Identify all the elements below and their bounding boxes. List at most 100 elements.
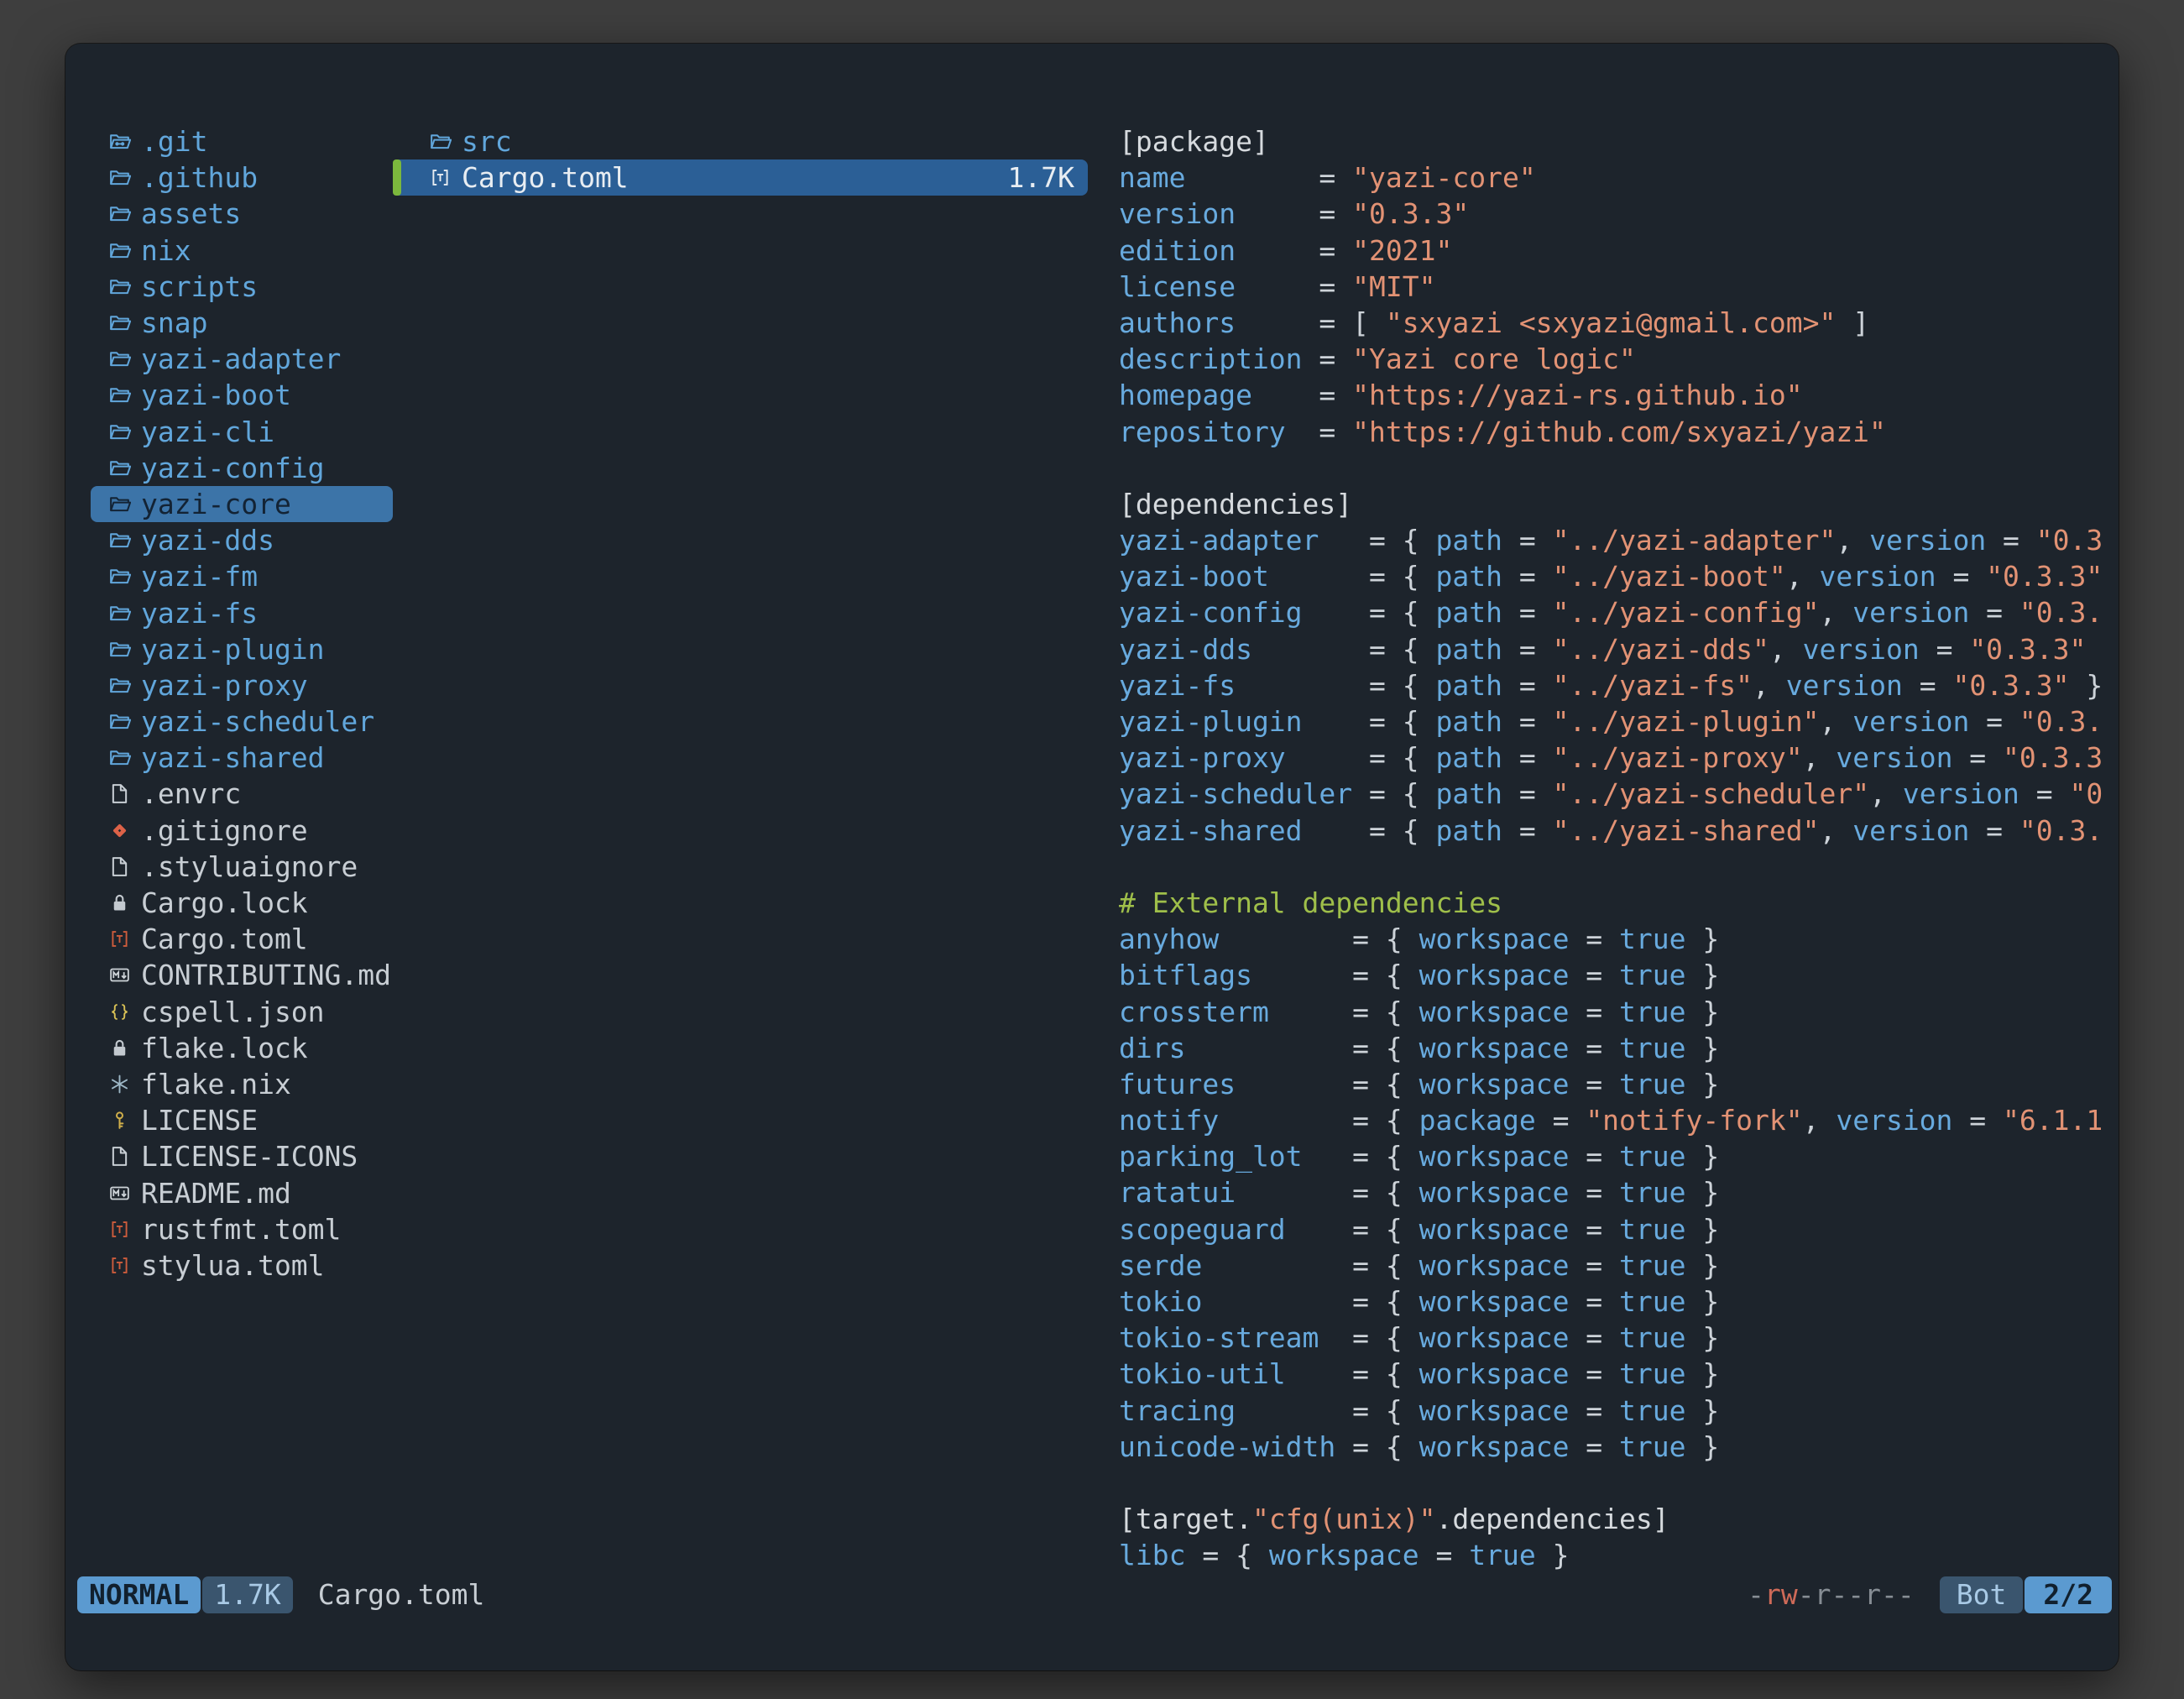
folder-icon xyxy=(423,130,457,153)
preview-line: futures = { workspace = true } xyxy=(1119,1066,2119,1102)
file-name: README.md xyxy=(141,1177,291,1210)
dir-row[interactable]: yazi-fs xyxy=(91,594,393,630)
permissions-text: -rw-r--r-- xyxy=(1748,1578,1915,1611)
key-icon xyxy=(102,1109,136,1132)
preview-line: dirs = { workspace = true } xyxy=(1119,1030,2119,1066)
file-row[interactable]: .gitignore xyxy=(91,813,393,849)
markdown-icon xyxy=(102,1182,136,1205)
file-name: yazi-dds xyxy=(141,524,274,557)
file-name: assets xyxy=(141,197,241,230)
preview-line: repository = "https://github.com/sxyazi/… xyxy=(1119,414,2119,450)
folder-icon xyxy=(102,275,136,298)
preview-line: yazi-fs = { path = "../yazi-fs", version… xyxy=(1119,667,2119,703)
folder-icon xyxy=(102,457,136,479)
preview-line: yazi-adapter = { path = "../yazi-adapter… xyxy=(1119,522,2119,558)
folder-icon xyxy=(102,493,136,515)
file-name: LICENSE xyxy=(141,1104,258,1137)
folder-git-icon xyxy=(102,130,136,153)
dir-row[interactable]: yazi-cli xyxy=(91,414,393,450)
file-name: yazi-core xyxy=(141,488,291,520)
preview-line: homepage = "https://yazi-rs.github.io" xyxy=(1119,377,2119,413)
file-name: CONTRIBUTING.md xyxy=(141,959,391,991)
position-badge: Bot xyxy=(1940,1576,2024,1613)
dir-row[interactable]: .git xyxy=(91,123,393,159)
preview-line: yazi-scheduler = { path = "../yazi-sched… xyxy=(1119,776,2119,812)
yazi-window: .git.githubassetsnixscriptssnapyazi-adap… xyxy=(65,44,2119,1670)
dir-row[interactable]: yazi-plugin xyxy=(91,631,393,667)
preview-line: authors = [ "sxyazi <sxyazi@gmail.com>" … xyxy=(1119,305,2119,341)
file-row[interactable]: LICENSE-ICONS xyxy=(91,1138,393,1174)
dir-row[interactable]: .github xyxy=(91,159,393,196)
nix-icon xyxy=(102,1073,136,1095)
preview-line: yazi-proxy = { path = "../yazi-proxy", v… xyxy=(1119,740,2119,776)
preview-line: yazi-plugin = { path = "../yazi-plugin",… xyxy=(1119,703,2119,740)
json-icon xyxy=(102,1001,136,1023)
file-row[interactable]: README.md xyxy=(91,1174,393,1210)
file-row[interactable]: cspell.json xyxy=(91,994,393,1030)
file-row[interactable]: .styluaignore xyxy=(91,849,393,885)
file-row[interactable]: Cargo.toml1.7K xyxy=(393,159,1088,196)
preview-line: description = "Yazi core logic" xyxy=(1119,341,2119,377)
file-name: Cargo.lock xyxy=(141,886,308,919)
dir-row[interactable]: yazi-fm xyxy=(91,558,393,594)
preview-line: libc = { workspace = true } xyxy=(1119,1537,2119,1573)
file-row[interactable]: Cargo.toml xyxy=(91,921,393,957)
dir-row[interactable]: nix xyxy=(91,233,393,269)
preview-line: scopeguard = { workspace = true } xyxy=(1119,1211,2119,1247)
folder-icon xyxy=(102,348,136,370)
preview-line: yazi-shared = { path = "../yazi-shared",… xyxy=(1119,813,2119,849)
file-name: .styluaignore xyxy=(141,850,358,883)
dir-row[interactable]: yazi-config xyxy=(91,450,393,486)
toml-icon xyxy=(102,928,136,950)
file-row[interactable]: .envrc xyxy=(91,776,393,812)
preview-pane: [package]name = "yazi-core"version = "0.… xyxy=(1119,123,2119,1575)
file-row[interactable]: rustfmt.toml xyxy=(91,1211,393,1247)
file-name: yazi-boot xyxy=(141,379,291,411)
preview-line: parking_lot = { workspace = true } xyxy=(1119,1138,2119,1174)
dir-row[interactable]: yazi-core xyxy=(91,486,393,522)
dir-row[interactable]: yazi-boot xyxy=(91,377,393,413)
file-row[interactable]: Cargo.lock xyxy=(91,885,393,921)
file-row[interactable]: flake.nix xyxy=(91,1066,393,1102)
preview-line xyxy=(1119,450,2119,486)
file-name: yazi-adapter xyxy=(141,342,341,375)
file-name: .github xyxy=(141,161,258,194)
file-row[interactable]: LICENSE xyxy=(91,1102,393,1138)
dir-row[interactable]: snap xyxy=(91,305,393,341)
preview-line: version = "0.3.3" xyxy=(1119,196,2119,232)
folder-icon xyxy=(102,529,136,552)
markdown-icon xyxy=(102,964,136,986)
file-name: flake.nix xyxy=(141,1068,291,1100)
file-icon xyxy=(102,855,136,878)
folder-icon xyxy=(102,638,136,661)
mode-badge: NORMAL xyxy=(77,1576,201,1613)
desktop: { "colors": { "outer-bg": "#3e3e3e", "wi… xyxy=(0,0,2184,1699)
hover-marker xyxy=(393,159,401,196)
lock-icon xyxy=(102,891,136,914)
file-name: yazi-plugin xyxy=(141,633,325,666)
file-name: Cargo.toml xyxy=(462,161,629,194)
dir-row[interactable]: scripts xyxy=(91,269,393,305)
dir-row[interactable]: yazi-shared xyxy=(91,740,393,776)
dir-row[interactable]: yazi-proxy xyxy=(91,667,393,703)
dir-row[interactable]: yazi-dds xyxy=(91,522,393,558)
file-icon xyxy=(102,1145,136,1168)
dir-row[interactable]: yazi-adapter xyxy=(91,341,393,377)
file-name: cspell.json xyxy=(141,996,325,1028)
folder-icon xyxy=(102,710,136,733)
file-row[interactable]: CONTRIBUTING.md xyxy=(91,957,393,993)
file-row[interactable]: flake.lock xyxy=(91,1030,393,1066)
dir-row[interactable]: assets xyxy=(91,196,393,232)
preview-line: name = "yazi-core" xyxy=(1119,159,2119,196)
preview-line: tokio-util = { workspace = true } xyxy=(1119,1356,2119,1392)
preview-line: unicode-width = { workspace = true } xyxy=(1119,1429,2119,1465)
folder-icon xyxy=(102,202,136,225)
dir-row[interactable]: yazi-scheduler xyxy=(91,703,393,740)
folder-icon xyxy=(102,384,136,406)
dir-row[interactable]: src xyxy=(393,123,1088,159)
toml-icon xyxy=(102,1218,136,1241)
file-name: yazi-fs xyxy=(141,597,258,630)
preview-line: anyhow = { workspace = true } xyxy=(1119,921,2119,957)
current-pane: srcCargo.toml1.7K xyxy=(393,123,1088,196)
file-row[interactable]: stylua.toml xyxy=(91,1247,393,1283)
